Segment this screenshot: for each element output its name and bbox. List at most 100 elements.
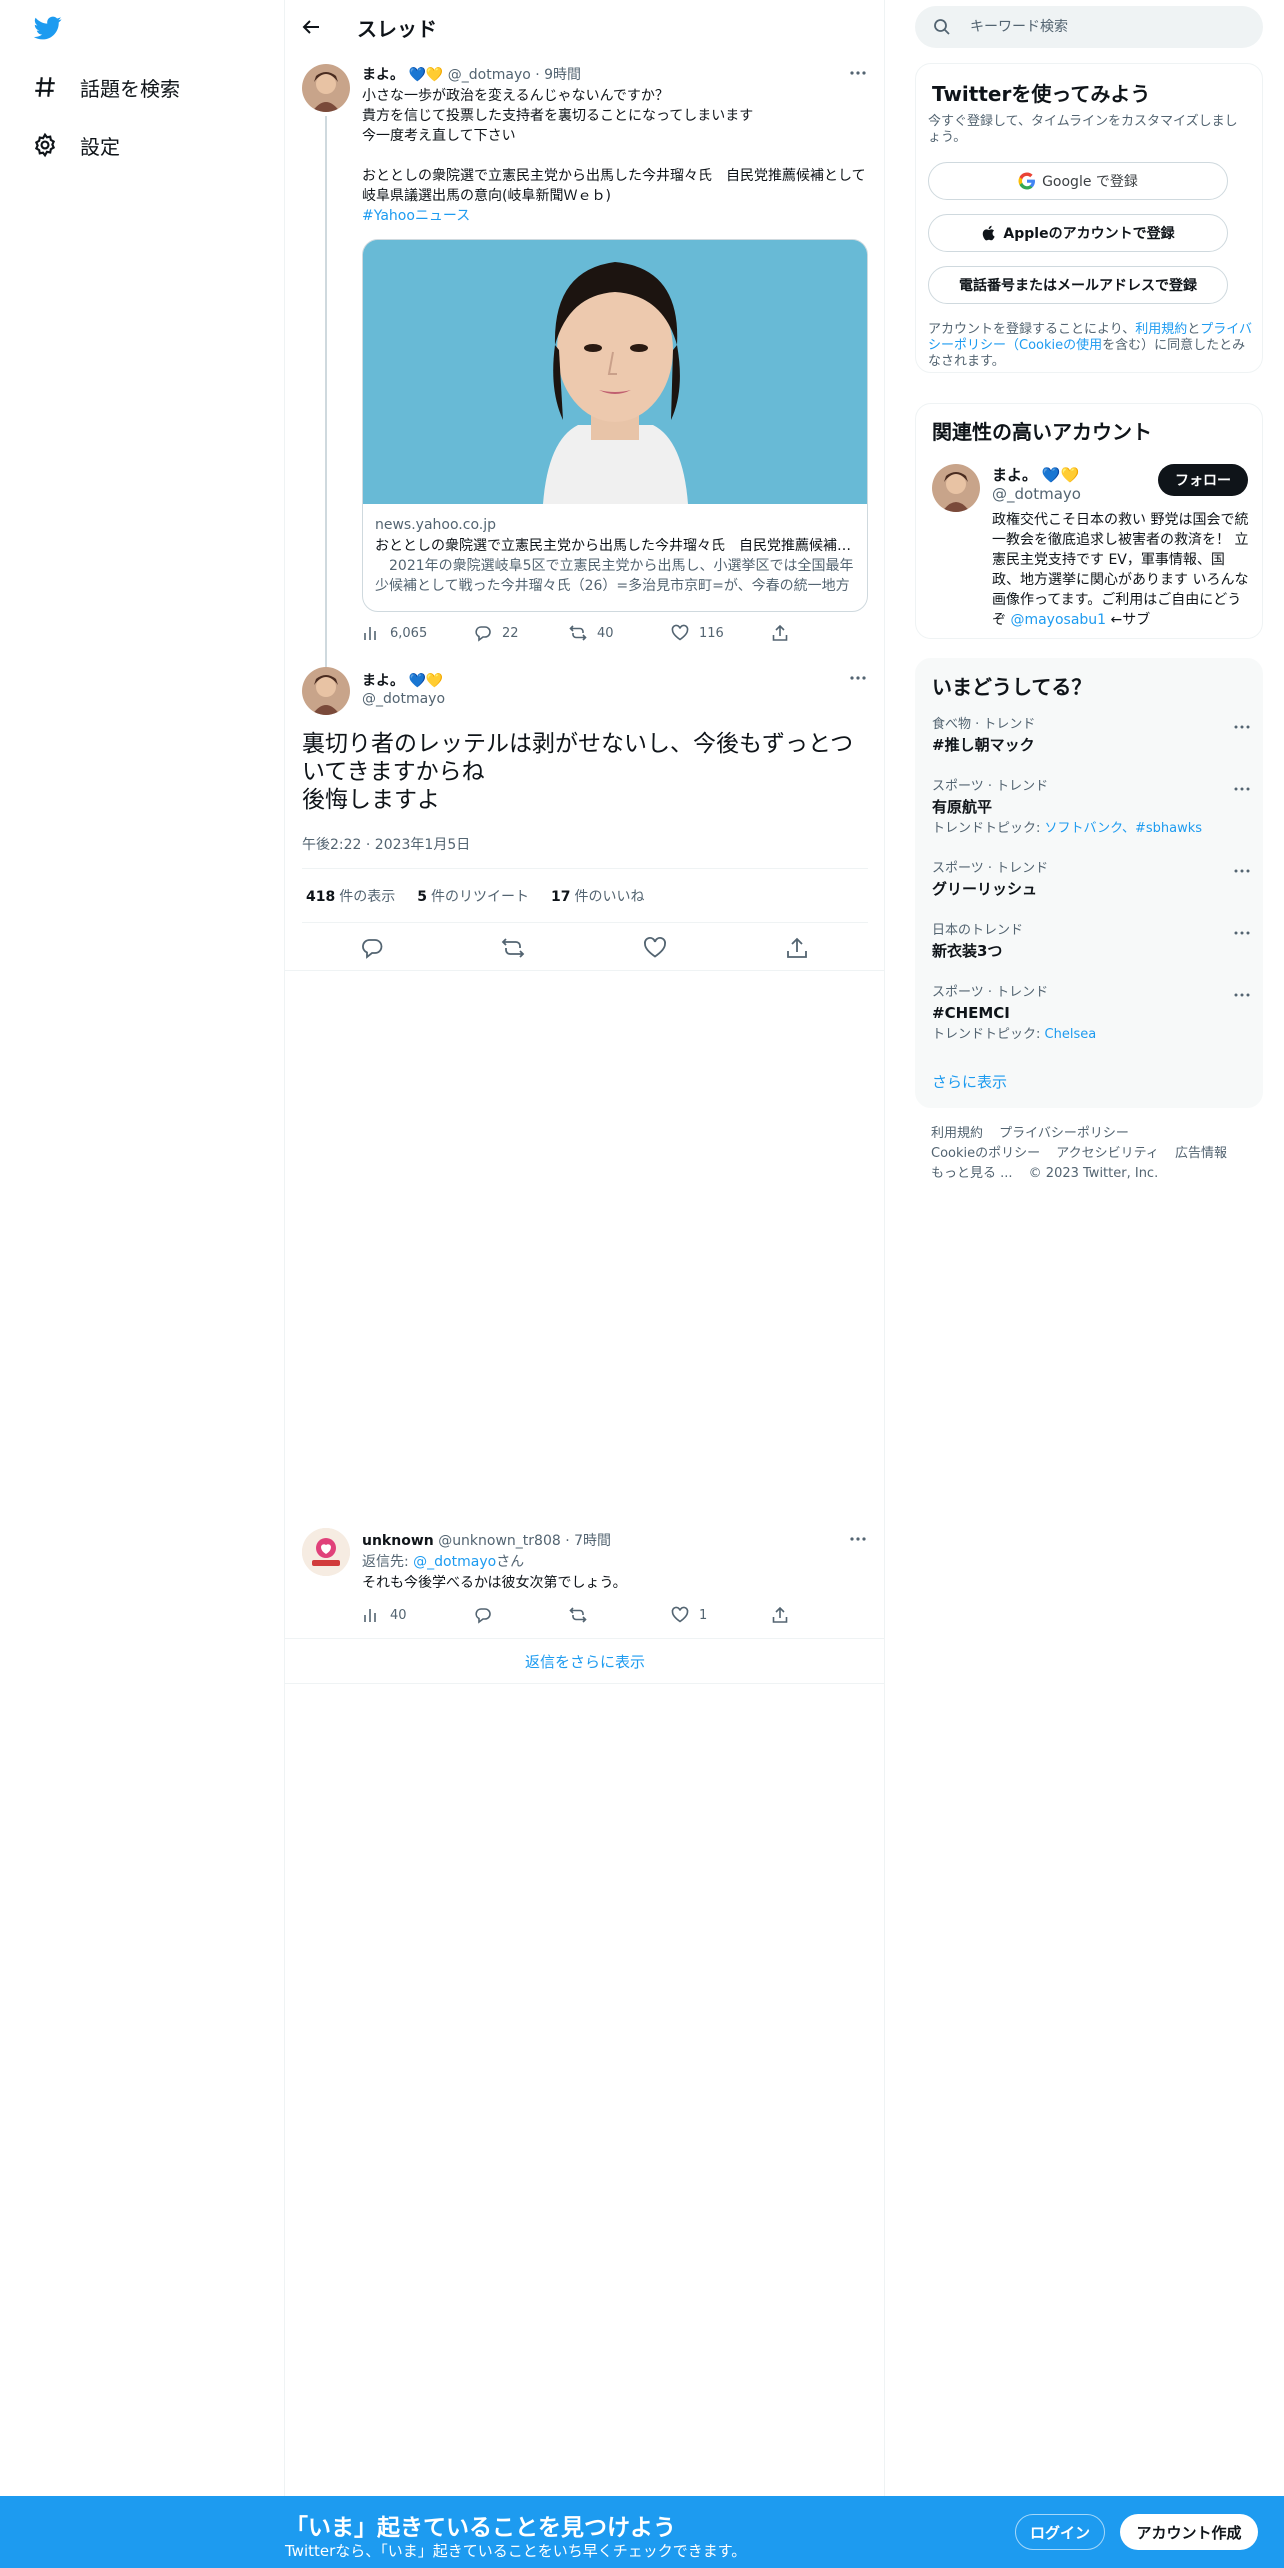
reply-action[interactable]: 22 xyxy=(474,624,569,642)
views-stat[interactable]: 418 件の表示 xyxy=(306,886,395,906)
share-icon xyxy=(772,1606,788,1623)
nav-settings-label: 設定 xyxy=(80,134,120,159)
bottom-bar-title: 「いま」起きていることを見つけよう xyxy=(285,2515,676,2541)
reply-to: 返信先: @_dotmayoさん xyxy=(362,1551,524,1571)
avatar[interactable] xyxy=(932,464,980,512)
reply-icon xyxy=(475,626,491,642)
follow-button[interactable]: フォロー xyxy=(1158,464,1248,496)
login-button[interactable]: ログイン xyxy=(1015,2514,1105,2550)
cookie-link[interactable]: Cookieの使用 xyxy=(1019,338,1102,353)
like-action[interactable]: 1 xyxy=(671,1606,771,1624)
main-tweet-line: 裏切り者のレッテルは剥がせないし、今後もずっとついてきますからね xyxy=(302,731,854,785)
avatar[interactable] xyxy=(302,1528,350,1576)
retweets-stat[interactable]: 5 件のリツイート xyxy=(417,886,529,906)
search-box[interactable] xyxy=(915,6,1263,48)
twitter-logo-icon[interactable] xyxy=(32,14,64,42)
more-options-icon[interactable] xyxy=(1232,861,1252,881)
reply-icon[interactable] xyxy=(360,936,384,960)
signup-button[interactable]: アカウント作成 xyxy=(1120,2514,1258,2550)
like-action[interactable]: 116 xyxy=(671,624,771,642)
google-signup-button[interactable]: Google で登録 xyxy=(928,162,1228,200)
author-handle[interactable]: @unknown_tr808 xyxy=(438,1533,561,1549)
more-options-icon[interactable] xyxy=(847,667,869,689)
trend-topic: トレンドトピック: ソフトバンク、#sbhawks xyxy=(932,821,1252,837)
like-count: 1 xyxy=(699,1607,708,1623)
signup-title: Twitterを使ってみよう xyxy=(932,82,1151,106)
show-more-trends-link[interactable]: さらに表示 xyxy=(932,1071,1007,1092)
share-icon[interactable] xyxy=(785,936,809,960)
phone-email-signup-button[interactable]: 電話番号またはメールアドレスで登録 xyxy=(928,266,1228,304)
footer-links: 利用規約 プライバシーポリシー Cookieのポリシー アクセシビリティ 広告情… xyxy=(931,1124,1271,1184)
trend-category: スポーツ · トレンド xyxy=(932,861,1049,876)
heart-icon[interactable] xyxy=(643,936,667,960)
trend-topic-links[interactable]: ソフトバンク、#sbhawks xyxy=(1045,821,1203,836)
show-more-replies-link[interactable]: 返信をさらに表示 xyxy=(285,1638,885,1684)
retweet-action[interactable]: 40 xyxy=(569,624,671,642)
nav-settings[interactable]: 設定 xyxy=(32,125,120,165)
tweet-time[interactable]: · 9時間 xyxy=(535,67,581,83)
footer-more-link[interactable]: もっと見る ... xyxy=(931,1166,1013,1181)
back-arrow-icon[interactable] xyxy=(299,15,323,39)
footer-ads-link[interactable]: 広告情報 xyxy=(1175,1146,1227,1161)
author-handle[interactable]: @_dotmayo xyxy=(362,691,445,707)
related-handle[interactable]: @_dotmayo xyxy=(992,485,1081,503)
views-chart-icon xyxy=(364,1609,376,1622)
more-options-icon[interactable] xyxy=(1232,717,1252,737)
author-handle[interactable]: @_dotmayo xyxy=(448,67,531,83)
card-body: news.yahoo.co.jp おととしの衆院選で立憲民主党から出馬した今井瑠… xyxy=(363,504,867,608)
retweet-icon[interactable] xyxy=(501,936,525,960)
reply-action[interactable] xyxy=(474,1606,569,1624)
avatar[interactable] xyxy=(302,64,350,112)
more-options-icon[interactable] xyxy=(1232,923,1252,943)
trend-topic-links[interactable]: Chelsea xyxy=(1045,1027,1097,1042)
trend-name: グリーリッシュ xyxy=(932,880,1038,898)
author-name[interactable]: まよ。 xyxy=(362,67,404,83)
views-stat-label: 件の表示 xyxy=(339,889,396,905)
trend-item[interactable]: 日本のトレンド 新衣装3つ xyxy=(932,923,1252,961)
search-input[interactable] xyxy=(970,16,1240,38)
views-action[interactable]: 40 xyxy=(362,1606,474,1624)
trend-item[interactable]: スポーツ · トレンド グリーリッシュ xyxy=(932,861,1252,899)
terms-link[interactable]: 利用規約 xyxy=(1135,322,1187,337)
reply-to-handle[interactable]: @_dotmayo xyxy=(413,1554,496,1570)
tweet-text-line: おととしの衆院選で立憲民主党から出馬した今井瑠々氏 自民党推薦候補として岐阜県議… xyxy=(362,168,866,204)
hashtag-link[interactable]: #Yahooニュース xyxy=(362,208,470,224)
more-options-icon[interactable] xyxy=(847,62,869,84)
avatar[interactable] xyxy=(302,667,350,715)
page-title: スレッド xyxy=(357,17,437,41)
tweet-timestamp[interactable]: 午後2:22 · 2023年1月5日 xyxy=(302,834,470,854)
trend-item[interactable]: スポーツ · トレンド 有原航平 トレンドトピック: ソフトバンク、#sbhaw… xyxy=(932,779,1252,837)
share-action[interactable] xyxy=(771,1606,799,1624)
footer-cookie-link[interactable]: Cookieのポリシー xyxy=(931,1146,1040,1161)
author-name[interactable]: まよ。 xyxy=(362,673,404,689)
likes-stat[interactable]: 17 件のいいね xyxy=(551,886,644,906)
reply-tweet[interactable]: unknown @unknown_tr808 · 7時間 返信先: @_dotm… xyxy=(285,1522,885,1638)
apple-signup-button[interactable]: Appleのアカウントで登録 xyxy=(928,214,1228,252)
related-name[interactable]: まよ。 xyxy=(992,466,1037,484)
retweet-action[interactable] xyxy=(569,1606,671,1624)
more-options-icon[interactable] xyxy=(847,1528,869,1550)
legal-prefix: アカウントを登録することにより、 xyxy=(928,322,1136,337)
trend-topic: トレンドトピック: Chelsea xyxy=(932,1027,1252,1043)
footer-terms-link[interactable]: 利用規約 xyxy=(931,1126,983,1141)
related-name-row: まよ。 💙💛 xyxy=(992,464,1079,485)
nav-explore[interactable]: 話題を検索 xyxy=(32,67,180,107)
main-author-name-row: まよ。 💙💛 xyxy=(362,670,443,690)
trends-title: いまどうしてる？ xyxy=(932,675,1092,699)
reply-to-prefix: 返信先: xyxy=(362,1554,414,1570)
bio-link[interactable]: @mayosabu1 xyxy=(1010,612,1106,628)
author-name[interactable]: unknown xyxy=(362,1533,434,1549)
signup-panel: Twitterを使ってみよう 今すぐ登録して、タイムラインをカスタマイズしましょ… xyxy=(915,63,1263,373)
views-action[interactable]: 6,065 xyxy=(362,624,474,642)
more-options-icon[interactable] xyxy=(1232,779,1252,799)
trend-item[interactable]: 食べ物 · トレンド #推し朝マック xyxy=(932,717,1252,755)
footer-accessibility-link[interactable]: アクセシビリティ xyxy=(1056,1146,1159,1161)
tweet-time[interactable]: · 7時間 xyxy=(565,1533,611,1549)
footer-privacy-link[interactable]: プライバシーポリシー xyxy=(999,1126,1129,1141)
trend-item[interactable]: スポーツ · トレンド #CHEMCI トレンドトピック: Chelsea xyxy=(932,985,1252,1043)
more-options-icon[interactable] xyxy=(1232,985,1252,1005)
share-action[interactable] xyxy=(771,624,799,642)
tweet-text: 小さな一歩が政治を変えるんじゃないんですか？ 貴方を信じて投票した支持者を裏切る… xyxy=(362,86,867,226)
apple-signup-label: Appleのアカウントで登録 xyxy=(1003,226,1175,242)
link-card[interactable]: news.yahoo.co.jp おととしの衆院選で立憲民主党から出馬した今井瑠… xyxy=(362,239,868,612)
